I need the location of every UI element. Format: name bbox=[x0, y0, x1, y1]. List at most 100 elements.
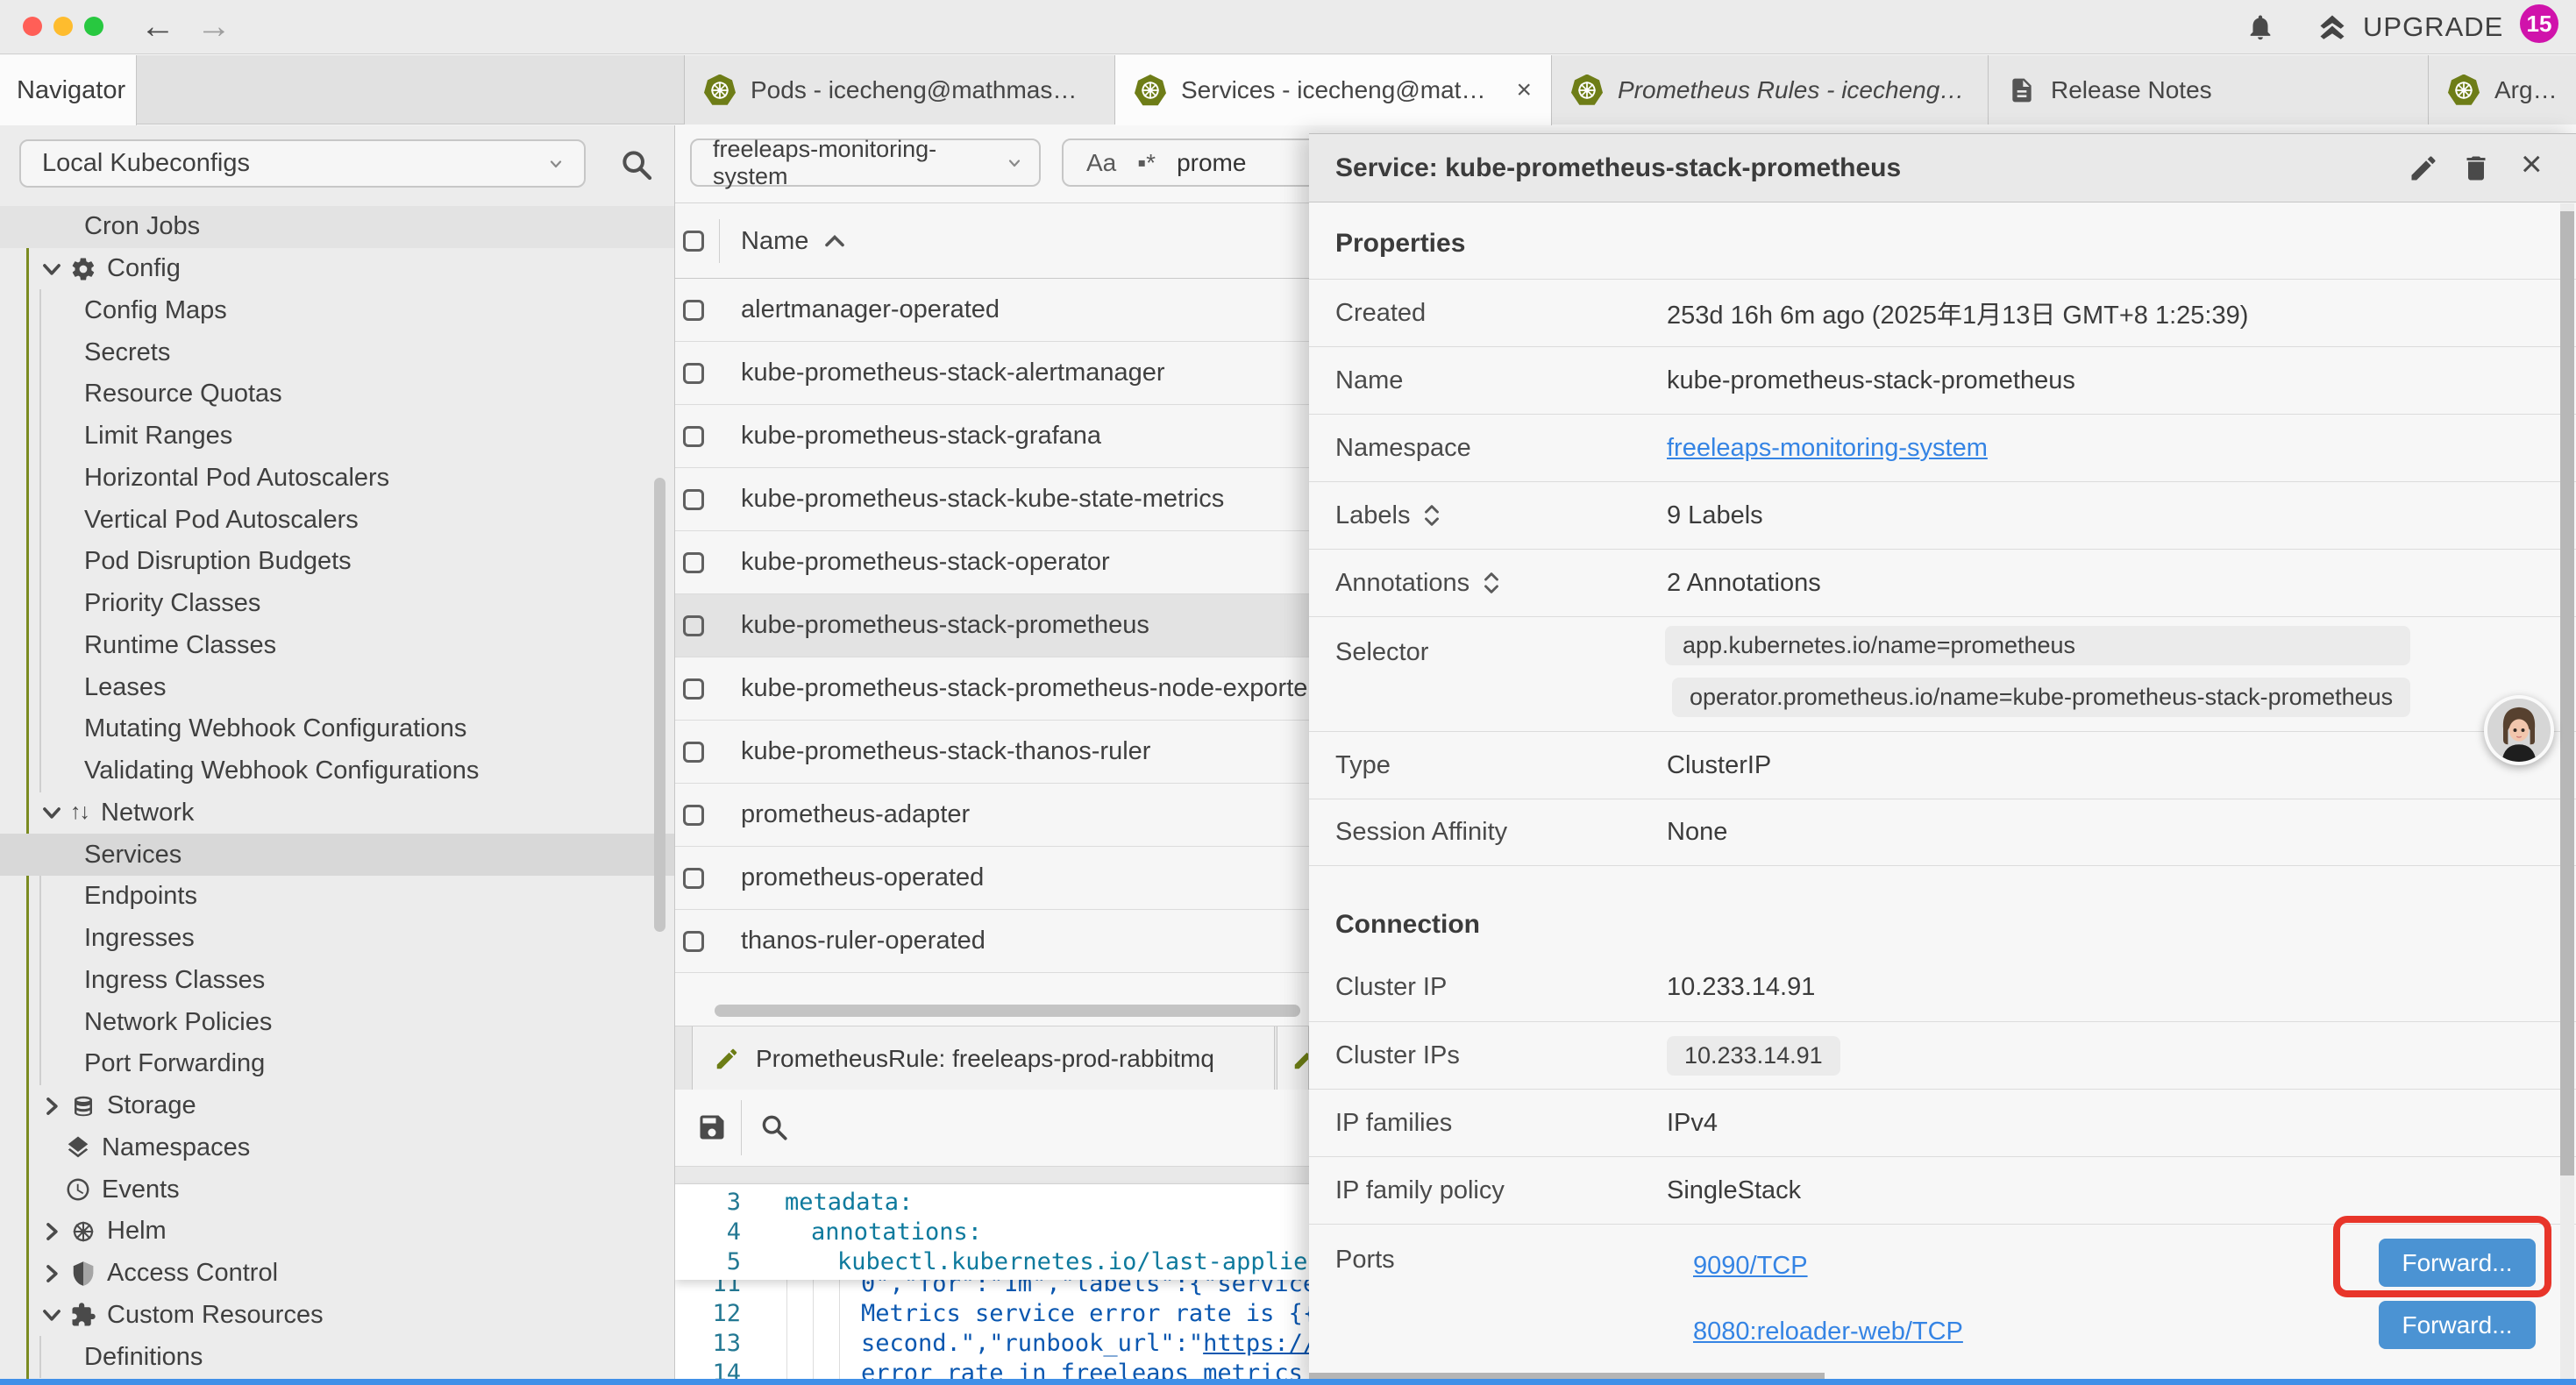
detail-row-cluster-ip: Cluster IP 10.233.14.91 bbox=[1309, 954, 2576, 1021]
row-checkbox[interactable] bbox=[683, 489, 704, 510]
close-icon[interactable]: × bbox=[2521, 143, 2543, 185]
sidebar-item-secrets[interactable]: Secrets bbox=[0, 331, 675, 373]
trash-icon[interactable] bbox=[2460, 153, 2492, 184]
sticky-scroll-lines: 3 metadata: 4 annotations: 5 kubectl.kub… bbox=[675, 1184, 1309, 1280]
row-checkbox[interactable] bbox=[683, 868, 704, 889]
row-checkbox[interactable] bbox=[683, 426, 704, 447]
filter-value: prome bbox=[1177, 149, 1246, 177]
sidebar-group-custom-resources[interactable]: Custom Resources bbox=[0, 1295, 675, 1337]
tab-pods[interactable]: Pods - icecheng@mathmas… bbox=[684, 55, 1115, 124]
table-row[interactable]: prometheus-operated bbox=[675, 847, 1309, 910]
column-divider bbox=[719, 219, 720, 263]
sidebar-scrollbar[interactable] bbox=[654, 478, 665, 932]
column-header-name[interactable]: Name bbox=[741, 203, 845, 279]
close-tab-icon[interactable]: × bbox=[1509, 75, 1539, 105]
row-checkbox[interactable] bbox=[683, 615, 704, 636]
table-row[interactable]: kube-prometheus-stack-prometheus-node-ex… bbox=[675, 657, 1309, 721]
port-link-8080[interactable]: 8080:reloader-web/TCP bbox=[1693, 1318, 1963, 1346]
sidebar-group-config[interactable]: Config bbox=[0, 248, 675, 290]
tab-release-notes[interactable]: Release Notes bbox=[1989, 55, 2429, 124]
table-row[interactable]: kube-prometheus-stack-operator bbox=[675, 531, 1309, 594]
row-checkbox[interactable] bbox=[683, 678, 704, 700]
namespace-select[interactable]: freeleaps-monitoring-system bbox=[690, 138, 1041, 187]
tab-argo[interactable]: Argo Se bbox=[2429, 55, 2576, 124]
expand-collapse-icon[interactable] bbox=[1482, 572, 1501, 594]
sidebar-item-events[interactable]: Events bbox=[0, 1168, 675, 1211]
save-icon[interactable] bbox=[696, 1112, 728, 1143]
table-row[interactable]: kube-prometheus-stack-thanos-ruler bbox=[675, 721, 1309, 784]
search-icon[interactable] bbox=[619, 147, 654, 182]
table-row[interactable]: kube-prometheus-stack-alertmanager bbox=[675, 342, 1309, 405]
sidebar-item-namespaces[interactable]: Namespaces bbox=[0, 1127, 675, 1169]
notifications-bell-icon[interactable] bbox=[2245, 11, 2275, 43]
sidebar-item-vertical-pod-autoscalers[interactable]: Vertical Pod Autoscalers bbox=[0, 499, 675, 541]
navigator-panel-tab[interactable]: Navigator bbox=[0, 55, 137, 125]
table-row[interactable]: kube-prometheus-stack-grafana bbox=[675, 405, 1309, 468]
close-window-button[interactable] bbox=[23, 17, 42, 36]
sidebar-item-cron-jobs[interactable]: Cron Jobs bbox=[0, 206, 675, 248]
table-row-selected[interactable]: kube-prometheus-stack-prometheus bbox=[675, 594, 1309, 657]
filter-input[interactable]: Aa ▪* prome bbox=[1062, 138, 1309, 187]
horizontal-scrollbar[interactable] bbox=[715, 1005, 1300, 1017]
editor-tab-partial[interactable] bbox=[1277, 1026, 1309, 1090]
port-link-9090[interactable]: 9090/TCP bbox=[1693, 1252, 1808, 1281]
forward-button-8080[interactable]: Forward... bbox=[2379, 1301, 2536, 1349]
bottom-scrollbar-segment[interactable] bbox=[1309, 1373, 1825, 1379]
sidebar-item-validating-webhook-configurations[interactable]: Validating Webhook Configurations bbox=[0, 750, 675, 792]
sidebar-item-horizontal-pod-autoscalers[interactable]: Horizontal Pod Autoscalers bbox=[0, 458, 675, 500]
edit-pencil-icon[interactable] bbox=[2408, 153, 2439, 184]
select-all-checkbox[interactable] bbox=[683, 231, 704, 252]
kubernetes-icon bbox=[2448, 75, 2480, 106]
yaml-editor[interactable]: 11 0","for":"1m","labels":{"service":"f … bbox=[675, 1184, 1309, 1385]
editor-tab-prometheusrule[interactable]: PrometheusRule: freeleaps-prod-rabbitmq bbox=[692, 1026, 1275, 1090]
sidebar-group-network[interactable]: ↑↓ Network bbox=[0, 792, 675, 835]
notification-count-badge[interactable]: 15 bbox=[2520, 4, 2558, 43]
sidebar-item-endpoints[interactable]: Endpoints bbox=[0, 876, 675, 918]
match-case-toggle[interactable]: Aa bbox=[1086, 149, 1116, 177]
row-checkbox[interactable] bbox=[683, 363, 704, 384]
regex-toggle-icon[interactable]: ▪* bbox=[1137, 149, 1156, 177]
row-checkbox[interactable] bbox=[683, 931, 704, 952]
namespace-link[interactable]: freeleaps-monitoring-system bbox=[1667, 434, 1988, 463]
sidebar-item-resource-quotas[interactable]: Resource Quotas bbox=[0, 373, 675, 416]
table-row[interactable]: prometheus-adapter bbox=[675, 784, 1309, 847]
expand-collapse-icon[interactable] bbox=[1422, 504, 1441, 527]
avatar[interactable] bbox=[2484, 695, 2554, 765]
upgrade-chevrons-icon bbox=[2316, 11, 2349, 43]
sidebar-item-leases[interactable]: Leases bbox=[0, 666, 675, 708]
maximize-window-button[interactable] bbox=[84, 17, 103, 36]
row-checkbox[interactable] bbox=[683, 300, 704, 321]
sidebar-group-access-control[interactable]: Access Control bbox=[0, 1253, 675, 1295]
sidebar-item-port-forwarding[interactable]: Port Forwarding bbox=[0, 1043, 675, 1085]
detail-scrollbar-thumb[interactable] bbox=[2560, 211, 2574, 1175]
editor-sticky-line: 5 kubectl.kubernetes.io/last-applied-con bbox=[675, 1247, 1309, 1277]
row-checkbox[interactable] bbox=[683, 742, 704, 763]
sidebar-item-limit-ranges[interactable]: Limit Ranges bbox=[0, 416, 675, 458]
tab-prometheus-rules[interactable]: Prometheus Rules - icecheng… bbox=[1552, 55, 1989, 124]
detail-row-namespace: Namespace freeleaps-monitoring-system bbox=[1309, 414, 2576, 481]
upgrade-button[interactable]: UPGRADE bbox=[2316, 11, 2503, 43]
sidebar-item-priority-classes[interactable]: Priority Classes bbox=[0, 583, 675, 625]
forward-icon[interactable]: → bbox=[196, 5, 231, 47]
sidebar-item-ingress-classes[interactable]: Ingress Classes bbox=[0, 960, 675, 1002]
sidebar-item-definitions[interactable]: Definitions bbox=[0, 1336, 675, 1378]
sidebar-item-config-maps[interactable]: Config Maps bbox=[0, 290, 675, 332]
sidebar-item-pod-disruption-budgets[interactable]: Pod Disruption Budgets bbox=[0, 541, 675, 583]
sidebar-item-ingresses[interactable]: Ingresses bbox=[0, 918, 675, 960]
minimize-window-button[interactable] bbox=[53, 17, 73, 36]
table-row[interactable]: kube-prometheus-stack-kube-state-metrics bbox=[675, 468, 1309, 531]
sidebar-group-storage[interactable]: Storage bbox=[0, 1085, 675, 1127]
row-checkbox[interactable] bbox=[683, 805, 704, 826]
sidebar-item-services[interactable]: Services bbox=[0, 834, 675, 876]
kubeconfig-select[interactable]: Local Kubeconfigs bbox=[19, 139, 586, 188]
table-row[interactable]: thanos-ruler-operated bbox=[675, 910, 1309, 973]
back-icon[interactable]: ← bbox=[140, 5, 175, 47]
sidebar-item-mutating-webhook-configurations[interactable]: Mutating Webhook Configurations bbox=[0, 708, 675, 750]
tab-services[interactable]: Services - icecheng@math… × bbox=[1115, 55, 1552, 125]
table-row[interactable]: alertmanager-operated bbox=[675, 279, 1309, 342]
sidebar-item-network-policies[interactable]: Network Policies bbox=[0, 1001, 675, 1043]
search-icon[interactable] bbox=[759, 1112, 789, 1142]
row-checkbox[interactable] bbox=[683, 552, 704, 573]
sidebar-group-helm[interactable]: Helm bbox=[0, 1211, 675, 1253]
sidebar-item-runtime-classes[interactable]: Runtime Classes bbox=[0, 625, 675, 667]
